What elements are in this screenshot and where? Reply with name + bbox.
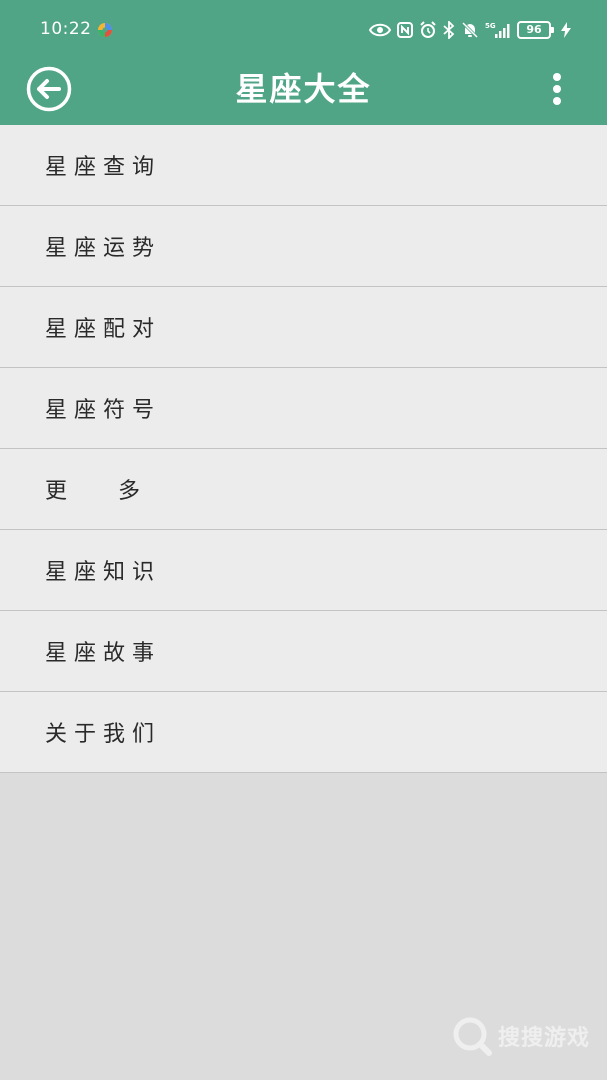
watermark-text: 搜搜游戏 xyxy=(498,1026,591,1051)
menu-item-label: 关于我们 xyxy=(45,722,162,747)
status-time: 10:22 xyxy=(40,19,92,39)
menu-item-label: 星座符号 xyxy=(45,398,162,423)
eye-icon xyxy=(369,20,391,40)
more-options-button[interactable] xyxy=(543,70,571,108)
app-bar: 星座大全 xyxy=(0,58,607,125)
menu-item-zodiac-match[interactable]: 星座配对 xyxy=(0,287,607,368)
menu-item-zodiac-stories[interactable]: 星座故事 xyxy=(0,611,607,692)
menu-item-label: 星座查询 xyxy=(45,155,162,180)
watermark: 搜搜游戏 xyxy=(452,1016,590,1056)
status-bar: 10:22 5G 96 xyxy=(0,0,607,58)
page-title: 星座大全 xyxy=(235,70,372,108)
alarm-icon xyxy=(419,20,437,40)
menu-item-zodiac-fortune[interactable]: 星座运势 xyxy=(0,206,607,287)
menu-item-more[interactable]: 更 多 xyxy=(0,449,607,530)
mute-bell-icon xyxy=(461,20,479,40)
menu-item-about-us[interactable]: 关于我们 xyxy=(0,692,607,773)
menu-item-label: 星座知识 xyxy=(45,560,162,585)
status-icons: 5G 96 xyxy=(369,20,571,40)
menu-item-label: 星座配对 xyxy=(45,317,162,342)
menu-list: 星座查询 星座运势 星座配对 星座符号 更 多 星座知识 星座故事 关于我们 xyxy=(0,125,607,773)
menu-item-zodiac-knowledge[interactable]: 星座知识 xyxy=(0,530,607,611)
header: 10:22 5G 96 星座大全 xyxy=(0,0,607,125)
battery-indicator: 96 xyxy=(517,20,554,40)
menu-item-zodiac-query[interactable]: 星座查询 xyxy=(0,125,607,206)
search-logo-icon xyxy=(453,1017,492,1056)
bluetooth-icon xyxy=(443,20,455,40)
menu-item-label: 星座故事 xyxy=(45,641,162,666)
charging-icon xyxy=(561,20,571,40)
app-notification-icon xyxy=(98,23,112,37)
signal-icon: 5G xyxy=(485,20,511,40)
menu-item-label: 星座运势 xyxy=(45,236,162,261)
battery-level: 96 xyxy=(517,21,554,39)
menu-item-zodiac-symbols[interactable]: 星座符号 xyxy=(0,368,607,449)
network-label: 5G xyxy=(485,22,496,30)
menu-item-label: 更 多 xyxy=(45,479,162,504)
nfc-icon xyxy=(397,20,413,40)
more-vertical-icon xyxy=(553,73,561,105)
